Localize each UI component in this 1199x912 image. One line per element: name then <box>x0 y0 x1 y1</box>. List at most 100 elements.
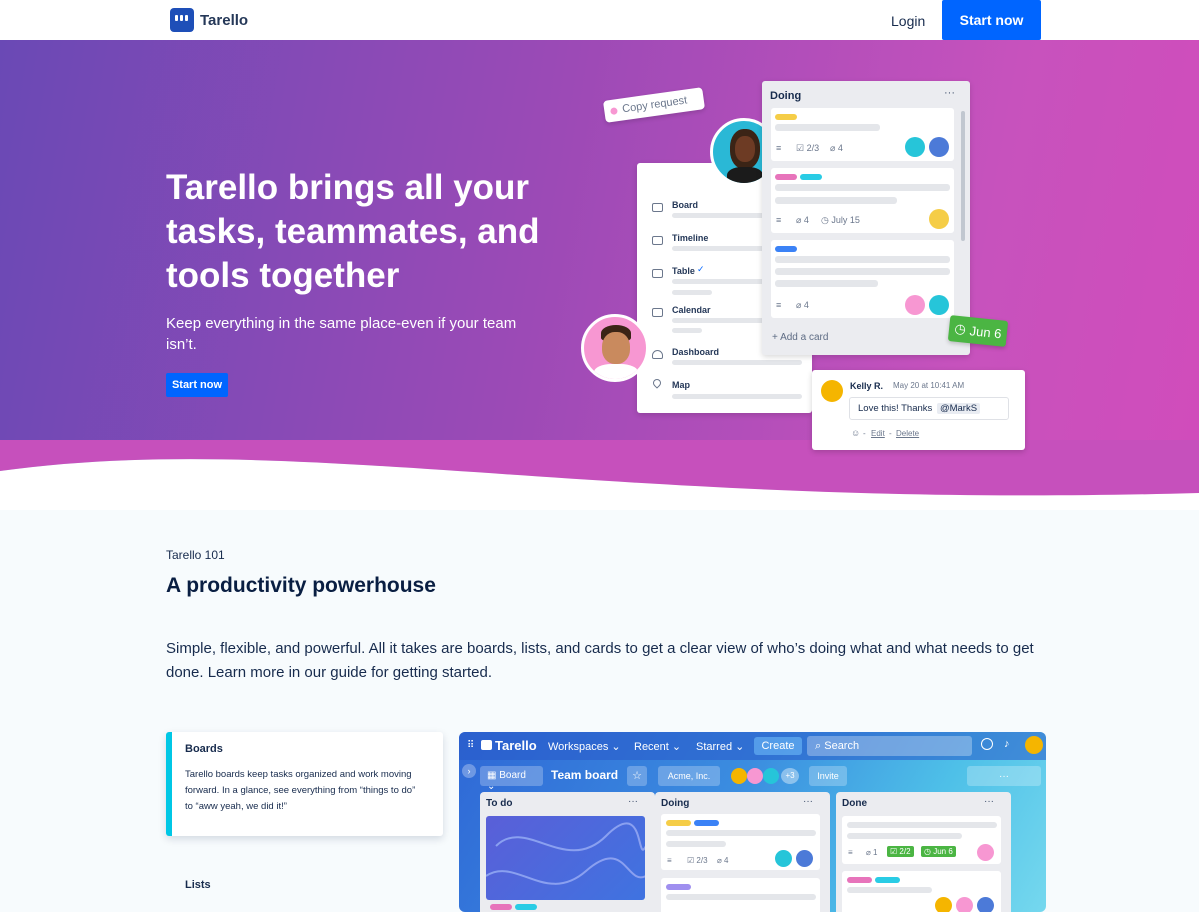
description-icon: ≡ <box>667 856 672 865</box>
doing-card[interactable]: ≡ ☑ 2/3 ⌀ 4 <box>661 814 820 870</box>
comment-mention[interactable]: @MarkS <box>936 403 981 414</box>
hero-start-button[interactable]: Start now <box>166 373 228 397</box>
scrollbar[interactable] <box>961 111 965 241</box>
list-menu-icon[interactable]: ··· <box>944 87 955 99</box>
pink-dot-icon <box>610 107 618 116</box>
board-title[interactable]: Team board <box>551 768 618 782</box>
board-menu-button[interactable]: ··· <box>967 766 1041 786</box>
check-icon: ✓ <box>697 264 705 274</box>
invite-button[interactable]: Invite <box>809 766 847 786</box>
nav-workspaces[interactable]: Workspaces ⌄ <box>548 740 621 753</box>
hero-title: Tarello brings all your tasks, teammates… <box>166 168 540 295</box>
done-card[interactable]: ≡ ⌀ 1 ☑ 2/2 ◷ Jun 6 <box>842 816 1001 864</box>
avatar-man <box>581 314 649 382</box>
hero-wave <box>0 440 1199 510</box>
view-timeline[interactable]: Timeline <box>672 233 708 243</box>
doing-card-3[interactable]: ≡ ⌀ 4 <box>771 240 954 318</box>
doing-card-1[interactable]: ≡ ☑ 2/3 ⌀ 4 <box>771 108 954 161</box>
member-avatar[interactable] <box>763 768 779 784</box>
view-map[interactable]: Map <box>672 380 690 390</box>
star-icon[interactable]: ☆ <box>627 766 647 786</box>
comment-author: Kelly R. <box>850 381 884 391</box>
card1-attachments: ⌀ 4 <box>830 143 843 153</box>
section-body: Simple, flexible, and powerful. All it t… <box>166 640 1034 681</box>
doing-card[interactable] <box>661 878 820 912</box>
bell-icon[interactable]: ♪ <box>1004 738 1010 750</box>
member-avatar[interactable] <box>731 768 747 784</box>
search-icon: ⌕ <box>815 740 822 752</box>
brand-name: Tarello <box>200 11 249 29</box>
create-button[interactable]: Create <box>754 737 802 755</box>
start-now-button[interactable]: Start now <box>942 0 1041 40</box>
doing-card-2[interactable]: ≡ ⌀ 4 ◷ July 15 <box>771 168 954 233</box>
feature-lists-title[interactable]: Lists <box>185 879 211 891</box>
list-title: Doing <box>661 798 690 809</box>
section-tag: Tarello 101 <box>166 548 225 562</box>
app-topnav: ⠿ Tarello Workspaces ⌄ Recent ⌄ Starred … <box>459 732 1046 760</box>
checklist-badge: ☑ 2/2 <box>887 846 914 857</box>
calendar-view-icon <box>652 308 663 317</box>
list-menu-icon[interactable]: ··· <box>803 796 813 807</box>
member-avatar <box>905 137 925 157</box>
board-view-button[interactable]: ▦ Board ⌄ <box>480 766 543 792</box>
brand-logo[interactable]: Tarello <box>170 8 248 32</box>
comment-text: Love this! Thanks <box>858 403 933 414</box>
comment-delete-link[interactable]: Delete <box>896 429 919 438</box>
timeline-view-icon <box>652 236 663 245</box>
feature-boards-title: Boards <box>185 743 223 755</box>
list-doing: Doing ··· ≡ ☑ 2/3 ⌀ 4 <box>655 792 830 912</box>
card2-due-date: ◷ July 15 <box>821 215 860 225</box>
sidebar-toggle-icon[interactable]: › <box>462 764 476 778</box>
list-done: Done ··· ≡ ⌀ 1 ☑ 2/2 ◷ Jun 6 <box>836 792 1011 912</box>
comment-box: Love this! Thanks @MarkS <box>849 397 1009 420</box>
top-navigation: Tarello Login Start now <box>0 0 1199 40</box>
card-cover-pattern <box>486 822 645 885</box>
member-avatar <box>977 844 994 861</box>
info-icon[interactable] <box>981 738 993 750</box>
emoji-icon[interactable]: ☺ <box>851 428 860 438</box>
logo-icon <box>170 8 194 32</box>
nav-recent[interactable]: Recent ⌄ <box>634 740 681 753</box>
nav-starred[interactable]: Starred ⌄ <box>696 740 744 753</box>
view-table[interactable]: Table <box>672 266 695 276</box>
members-more[interactable]: +3 <box>781 768 799 784</box>
apps-grid-icon[interactable]: ⠿ <box>467 740 474 751</box>
card3-attachments: ⌀ 4 <box>796 300 809 310</box>
description-icon: ≡ <box>776 215 782 225</box>
table-view-icon <box>652 269 663 278</box>
comment-sep: - <box>863 429 866 438</box>
description-icon: ≡ <box>776 300 782 310</box>
view-dashboard[interactable]: Dashboard <box>672 347 719 357</box>
doing-list: Doing ··· ≡ ☑ 2/3 ⌀ 4 ≡ ⌀ 4 ◷ July 15 ≡ … <box>762 81 970 355</box>
view-board[interactable]: Board <box>672 200 698 210</box>
member-avatar[interactable] <box>747 768 763 784</box>
done-card[interactable] <box>842 871 1001 912</box>
doing-list-title: Doing <box>770 90 802 102</box>
list-title: Done <box>842 798 867 809</box>
member-avatar <box>775 850 792 867</box>
clock-icon: ◷ <box>953 320 967 337</box>
comment-edit-link[interactable]: Edit <box>871 429 885 438</box>
workspace-button[interactable]: Acme, Inc. <box>658 766 720 786</box>
commenter-avatar <box>821 380 843 402</box>
section-title: A productivity powerhouse <box>166 574 436 597</box>
search-input[interactable]: ⌕ Search <box>807 736 972 756</box>
member-avatar <box>929 295 949 315</box>
cover-card[interactable] <box>486 816 645 900</box>
login-link[interactable]: Login <box>891 13 925 29</box>
app-brand[interactable]: Tarello <box>495 738 537 753</box>
checklist: ☑ 2/3 <box>687 856 708 865</box>
list-menu-icon[interactable]: ··· <box>628 796 638 807</box>
card2-attachments: ⌀ 4 <box>796 215 809 225</box>
list-menu-icon[interactable]: ··· <box>984 796 994 807</box>
app-preview: ⠿ Tarello Workspaces ⌄ Recent ⌄ Starred … <box>459 732 1046 912</box>
feature-boards[interactable]: Boards Tarello boards keep tasks organiz… <box>166 732 443 836</box>
attachments: ⌀ 1 <box>866 848 878 857</box>
member-avatar <box>929 137 949 157</box>
add-card-button[interactable]: + Add a card <box>772 332 828 343</box>
dashboard-view-icon <box>652 350 663 359</box>
view-calendar[interactable]: Calendar <box>672 305 711 315</box>
member-avatar <box>796 850 813 867</box>
user-avatar[interactable] <box>1025 736 1043 754</box>
member-avatar <box>905 295 925 315</box>
